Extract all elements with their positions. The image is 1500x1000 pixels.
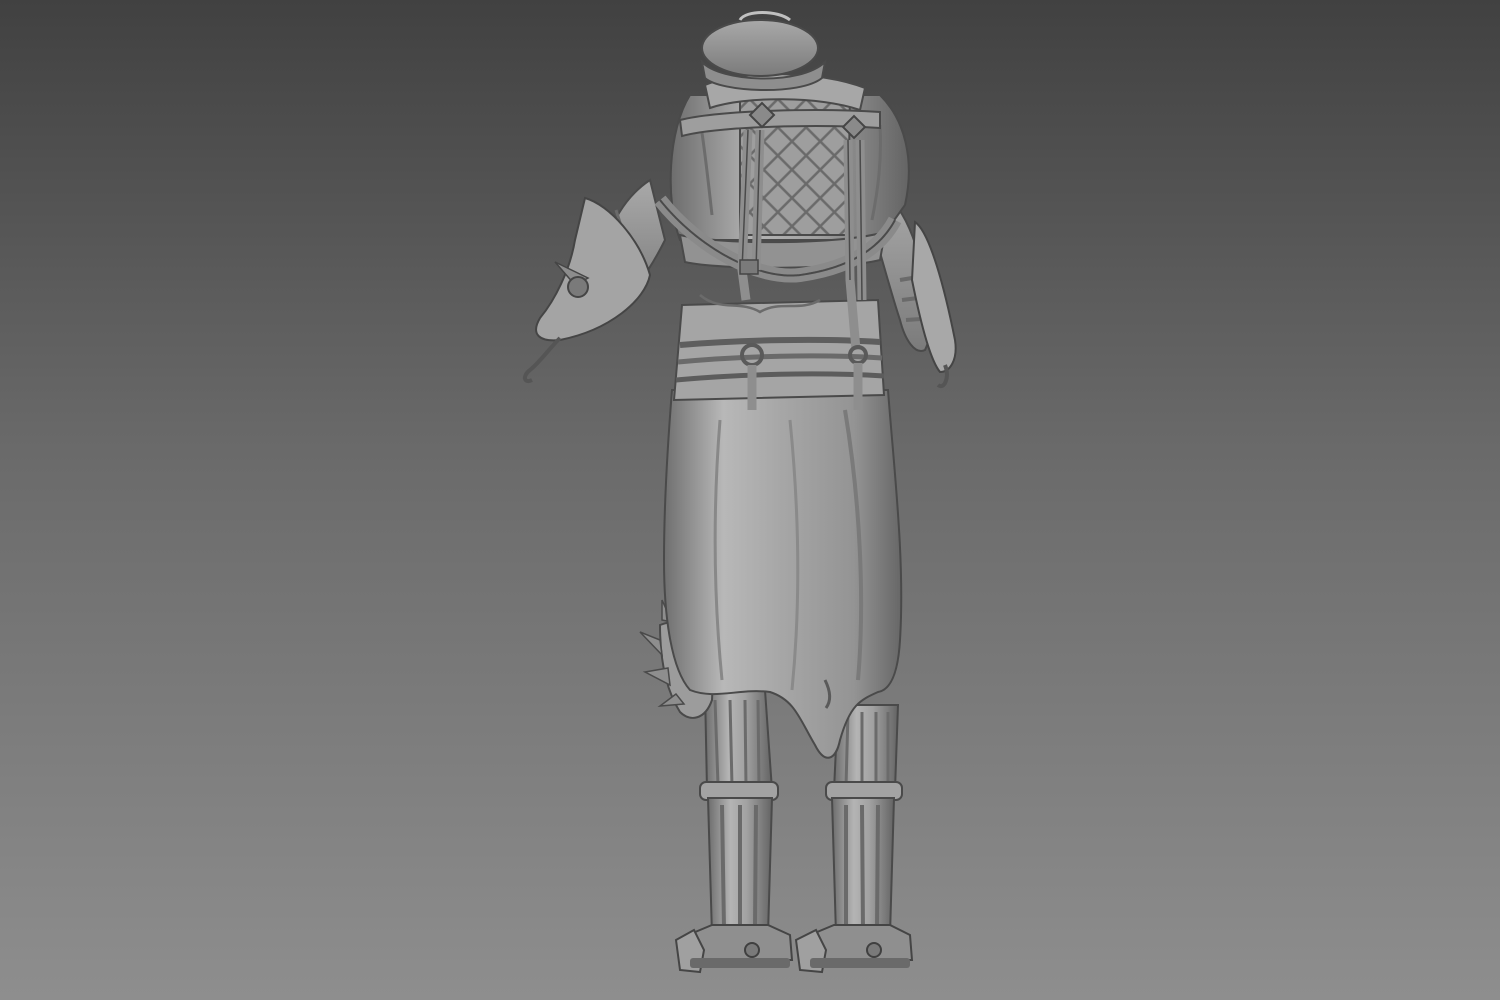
right-boot bbox=[794, 797, 914, 974]
right-bracer bbox=[910, 220, 957, 389]
hat bbox=[700, 11, 827, 91]
left-boot bbox=[674, 797, 794, 974]
viewport bbox=[0, 0, 1500, 1000]
left-leg bbox=[699, 689, 779, 801]
character-sculpt bbox=[523, 11, 957, 974]
